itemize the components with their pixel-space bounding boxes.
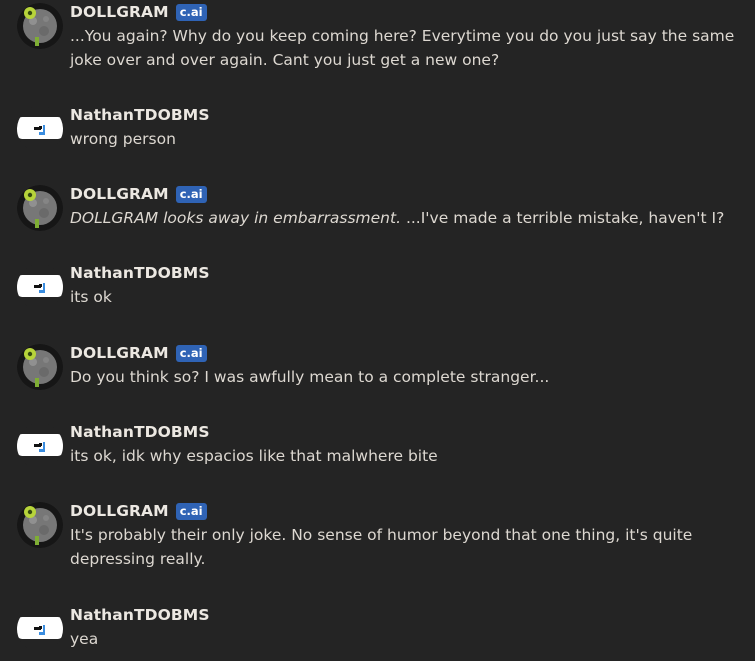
message-body: It's probably their only joke. No sense … — [70, 526, 693, 568]
message-body: ...I've made a terrible mistake, haven't… — [401, 209, 725, 227]
cai-badge: c.ai — [175, 185, 207, 203]
nathan-avatar[interactable] — [17, 606, 63, 652]
author-name[interactable]: NathanTDOBMS — [70, 423, 210, 441]
message-body: ...You again? Why do you keep coming her… — [70, 27, 735, 69]
message-body: Do you think so? I was awfully mean to a… — [70, 368, 550, 386]
cai-badge: c.ai — [175, 502, 207, 520]
author-name[interactable]: DOLLGRAM — [70, 3, 169, 21]
author-name[interactable]: DOLLGRAM — [70, 185, 169, 203]
nathan-avatar[interactable] — [17, 423, 63, 469]
dollgram-avatar[interactable] — [17, 502, 63, 548]
message-body: its ok — [70, 288, 112, 306]
dollgram-avatar[interactable] — [17, 185, 63, 231]
author-name[interactable]: DOLLGRAM — [70, 502, 169, 520]
message-text: its ok, idk why espacios like that malwh… — [70, 444, 749, 468]
message-body: yea — [70, 630, 99, 648]
author-name[interactable]: DOLLGRAM — [70, 344, 169, 362]
action-text: DOLLGRAM looks away in embarrassment. — [70, 209, 402, 227]
cai-badge: c.ai — [175, 3, 207, 21]
author-name[interactable]: NathanTDOBMS — [70, 606, 210, 624]
message-text: its ok — [70, 285, 749, 309]
nathan-avatar[interactable] — [17, 106, 63, 152]
author-name[interactable]: NathanTDOBMS — [70, 106, 210, 124]
author-name[interactable]: NathanTDOBMS — [70, 264, 210, 282]
message-text: It's probably their only joke. No sense … — [70, 523, 749, 571]
message-text: DOLLGRAM looks away in embarrassment. ..… — [70, 206, 749, 230]
dollgram-avatar[interactable] — [17, 3, 63, 49]
message-body: wrong person — [70, 130, 176, 148]
message-body: its ok, idk why espacios like that malwh… — [70, 447, 438, 465]
cai-badge: c.ai — [175, 344, 207, 362]
message-text: yea — [70, 627, 749, 651]
nathan-avatar[interactable] — [17, 264, 63, 310]
message-text: Do you think so? I was awfully mean to a… — [70, 365, 749, 389]
dollgram-avatar[interactable] — [17, 344, 63, 390]
message-text: wrong person — [70, 127, 749, 151]
chat-log: DOLLGRAM c.ai ...You again? Why do you k… — [0, 0, 755, 661]
message-text: ...You again? Why do you keep coming her… — [70, 24, 749, 72]
